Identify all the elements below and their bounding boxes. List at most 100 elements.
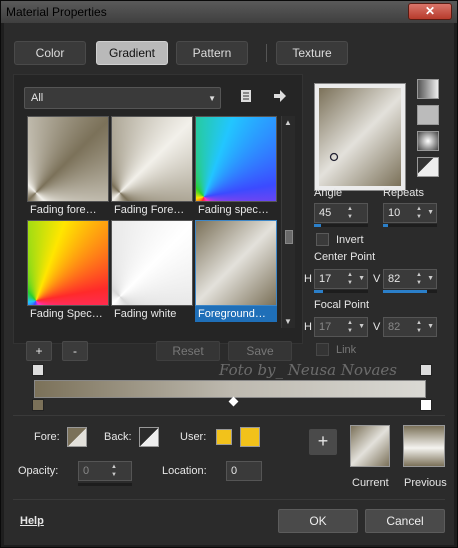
opacity-stop-left[interactable] [32,364,44,376]
fore-label: Fore: [34,431,60,443]
tab-pattern[interactable]: Pattern [176,41,248,65]
back-swatch[interactable] [139,427,159,447]
sunburst-style-button[interactable] [417,157,439,177]
color-stop-right[interactable] [420,399,432,411]
gradient-thumb[interactable]: Fading Fore… [111,116,193,218]
chevron-down-icon[interactable]: ▼ [427,275,434,282]
opacity-stop-right[interactable] [420,364,432,376]
focal-point-label: Focal Point [314,299,370,311]
repeats-slider-fill [383,224,389,227]
angle-spinner[interactable]: 45 ▲ ▼ [314,203,368,223]
gradient-thumb-caption: Fading Spec… [30,308,103,320]
opacity-spinner[interactable]: 0 ▲ ▼ [78,461,132,481]
spinner-arrows-icon[interactable]: ▲ ▼ [414,271,424,287]
focal-h-label: H [304,321,312,333]
previous-swatch[interactable] [403,425,445,467]
focal-h-value: 17 [319,321,332,333]
back-label: Back: [104,431,132,443]
angle-value: 45 [319,207,332,219]
user-swatch[interactable] [240,427,260,447]
invert-checkbox[interactable] [316,233,329,246]
category-dropdown[interactable]: All ▼ [24,87,221,109]
current-label: Current [352,477,389,489]
opacity-slider[interactable] [78,483,132,486]
ok-button[interactable]: OK [278,509,358,533]
spinner-arrows-icon[interactable]: ▲ ▼ [345,205,355,221]
previous-label: Previous [404,477,447,489]
opacity-label: Opacity: [18,465,59,477]
library-icon[interactable] [238,89,254,105]
chevron-down-icon[interactable]: ▼ [358,323,365,330]
tab-separator [266,44,267,62]
center-v-spinner[interactable]: 82 ▲ ▼ ▼ [383,269,437,289]
remove-stop-button[interactable]: - [62,341,88,361]
gradient-thumb[interactable]: Fading fore… [27,116,109,218]
gradient-thumb-caption: Foreground… [195,306,277,322]
spinner-arrows-icon[interactable]: ▲ ▼ [345,271,355,287]
tab-gradient[interactable]: Gradient [96,41,168,65]
arrow-right-icon[interactable] [272,89,288,105]
scroll-down-icon[interactable]: ▼ [284,317,292,326]
cancel-button[interactable]: Cancel [365,509,445,533]
radial-style-button[interactable] [417,131,439,151]
link-checkbox[interactable] [316,343,329,356]
spinner-arrows-icon[interactable]: ▲ ▼ [345,319,355,335]
gradient-thumb-caption: Fading fore… [30,204,97,216]
scrollbar-thumb[interactable] [285,230,293,244]
chevron-down-icon[interactable]: ▼ [427,323,434,330]
color-stop-left[interactable] [32,399,44,411]
repeats-value: 10 [388,207,401,219]
center-handle-icon[interactable] [329,152,339,162]
midpoint-diamond[interactable] [228,396,239,407]
close-button[interactable]: ✕ [408,3,452,20]
rectangular-style-button[interactable] [417,105,439,125]
gradient-thumb-selected[interactable]: Foreground… [195,220,277,322]
repeats-slider[interactable] [383,224,437,227]
center-v-label: V [373,273,381,285]
focal-v-spinner[interactable]: 82 ▲ ▼ ▼ [383,317,437,337]
center-h-spinner[interactable]: 17 ▲ ▼ ▼ [314,269,368,289]
gradient-thumb[interactable]: Fading Spec… [27,220,109,322]
current-swatch[interactable] [350,425,390,467]
chevron-down-icon[interactable]: ▼ [358,275,365,282]
add-stop-button[interactable]: + [26,341,52,361]
gradient-preview[interactable] [314,83,406,191]
tab-texture[interactable]: Texture [276,41,348,65]
material-properties-window: Material Properties ✕ Color Gradient Pat… [0,0,458,548]
user-swatch-small[interactable] [216,429,232,445]
footer-divider [13,499,445,500]
angle-slider[interactable] [314,224,368,227]
linear-style-button[interactable] [417,79,439,99]
center-v-value: 82 [388,273,401,285]
add-to-swatches-button[interactable]: + [309,429,337,455]
reset-button[interactable]: Reset [156,341,220,361]
help-link[interactable]: Help [20,515,44,527]
gradient-editor-bar[interactable] [34,380,426,398]
repeats-spinner[interactable]: 10 ▲ ▼ ▼ [383,203,437,223]
category-value: All [31,92,44,104]
save-button[interactable]: Save [228,341,292,361]
chevron-down-icon[interactable]: ▼ [427,209,434,216]
spinner-arrows-icon[interactable]: ▲ ▼ [414,319,424,335]
focal-h-spinner[interactable]: 17 ▲ ▼ ▼ [314,317,368,337]
location-field[interactable]: 0 [226,461,262,481]
center-h-label: H [304,273,312,285]
library-scrollbar[interactable]: ▲ ▼ [281,116,295,328]
focal-v-value: 82 [388,321,401,333]
watermark-text: Foto by_ Neusa Novaes [219,361,398,379]
tab-color[interactable]: Color [14,41,86,65]
fore-swatch[interactable] [67,427,87,447]
gradient-thumb[interactable]: Fading white [111,220,193,322]
window-title: Material Properties [6,5,107,19]
focal-v-label: V [373,321,381,333]
spinner-arrows-icon[interactable]: ▲ ▼ [414,205,424,221]
title-bar[interactable]: Material Properties ✕ [1,1,457,23]
gradient-thumb-image [195,116,277,202]
location-label: Location: [162,465,207,477]
gradient-thumb[interactable]: Fading spec… [195,116,277,218]
center-h-slider[interactable] [314,290,368,293]
scroll-up-icon[interactable]: ▲ [284,118,292,127]
center-v-slider[interactable] [383,290,437,293]
spinner-arrows-icon[interactable]: ▲ ▼ [109,463,119,479]
center-h-value: 17 [319,273,332,285]
